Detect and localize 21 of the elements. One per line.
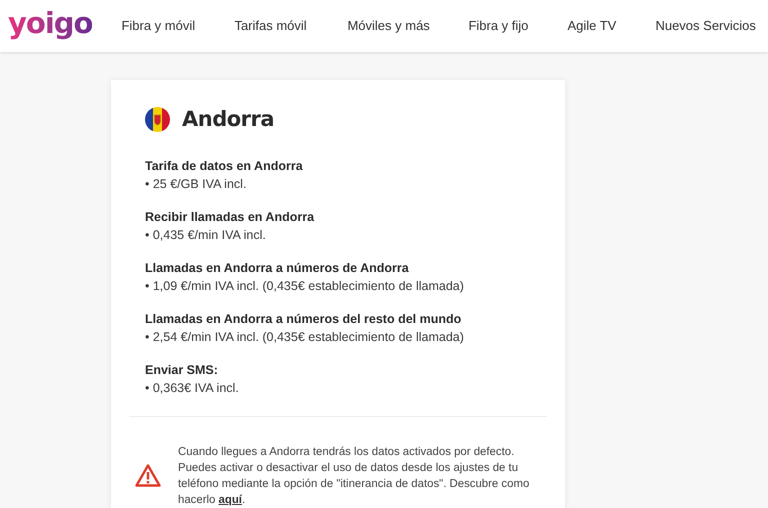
section-heading: Recibir llamadas en Andorra	[145, 208, 316, 226]
rate-detail: • 0,363€ IVA incl.	[145, 380, 240, 396]
nav-link[interactable]: Agile TV	[567, 16, 656, 36]
nav-link[interactable]: Nuevos Servicios	[655, 16, 766, 36]
rate-detail: • 25 €/GB IVA incl.	[145, 176, 248, 192]
notice-text: Cuando llegues a Andorra tendrás los datos activados por defecto. Puedes activar o desactivar el uso de datos desde los ajustes de tu teléfono mediante la opción de "itinerancia de datos". Descubre como hacerlo aquí.	[178, 444, 530, 508]
section-heading: Llamadas en Andorra a números de Andorra	[145, 260, 410, 276]
section-heading: Tarifa de datos en Andorra	[145, 158, 304, 174]
nav-link[interactable]: Fibra y fijo	[468, 16, 568, 36]
nav-link[interactable]: Fibra y móvil	[121, 16, 234, 36]
here-link[interactable]: aquí	[218, 494, 242, 506]
rate-detail: • 0,435 €/min IVA incl.	[145, 226, 267, 244]
nav-link[interactable]: Móviles y más	[347, 16, 468, 36]
rate-detail: • 2,54 €/min IVA incl. (0,435€ establecimiento de llamada)	[145, 328, 465, 346]
warning-icon	[135, 464, 161, 487]
flag-icon	[145, 107, 170, 132]
rate-detail: • 1,09 €/min IVA incl. (0,435€ establecimiento de llamada)	[145, 278, 465, 294]
nav-link[interactable]: Tarifas móvil	[234, 16, 348, 36]
section-heading: Llamadas en Andorra a números del resto del mundo	[145, 310, 462, 328]
section-heading: Enviar SMS:	[145, 362, 219, 378]
card-title: Andorra	[182, 106, 274, 133]
